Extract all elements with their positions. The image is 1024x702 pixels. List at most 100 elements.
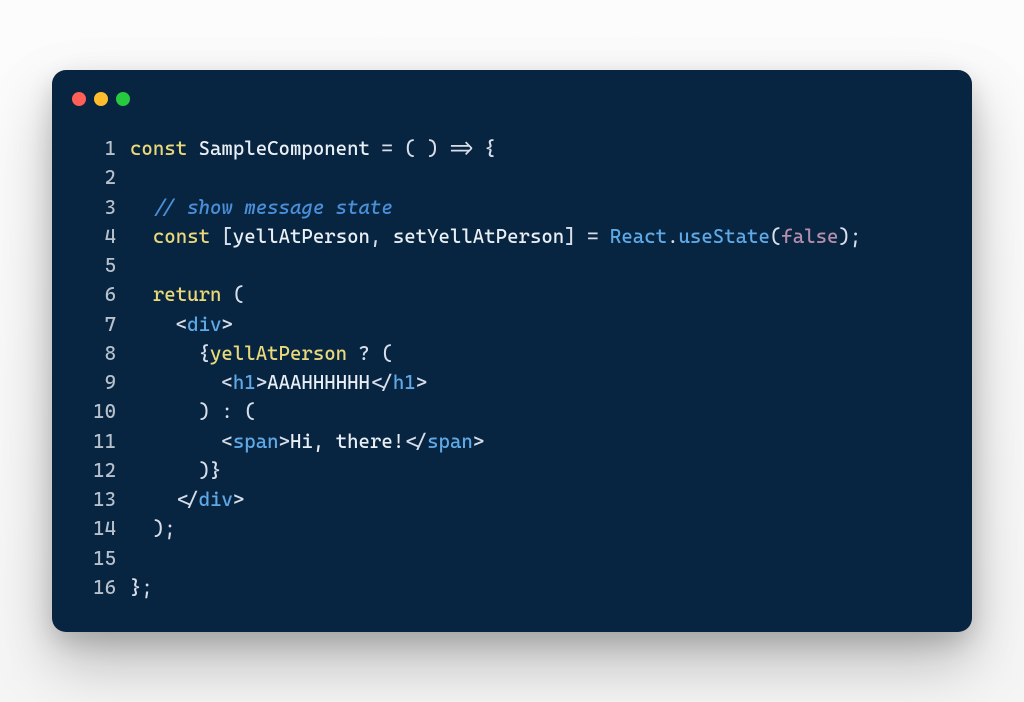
window-titlebar (52, 92, 972, 124)
line-number: 12 (76, 456, 116, 485)
token: React (610, 225, 667, 248)
token (130, 313, 176, 336)
token (130, 283, 153, 306)
token: const (153, 225, 210, 248)
token (130, 225, 153, 248)
token: > (279, 430, 290, 453)
code-editor[interactable]: 1 const SampleComponent = ( ) => { 23 // s… (52, 124, 972, 602)
code-line: 4 const [yellAtPerson, setYellAtPerson] … (76, 222, 948, 251)
line-number: 8 (76, 339, 116, 368)
minimize-icon[interactable] (94, 92, 108, 106)
line-number: 7 (76, 310, 116, 339)
line-content: // show message state (130, 193, 393, 222)
token: ); (153, 517, 176, 540)
token (130, 459, 199, 482)
line-number: 2 (76, 163, 116, 192)
maximize-icon[interactable] (116, 92, 130, 106)
code-line: 14 ); (76, 514, 948, 543)
token: return (153, 283, 222, 306)
line-number: 4 (76, 222, 116, 251)
line-content: ); (130, 514, 176, 543)
token: setYellAtPerson (393, 225, 564, 248)
line-content: return ( (130, 280, 244, 309)
line-content: const SampleComponent = ( ) => { (130, 134, 496, 163)
token (130, 371, 221, 394)
code-line: 7 <div> (76, 310, 948, 339)
token: useState (679, 225, 770, 248)
code-line: 8 {yellAtPerson ? ( (76, 339, 948, 368)
token: ); (838, 225, 861, 248)
line-content: const [yellAtPerson, setYellAtPerson] = … (130, 222, 861, 251)
line-content: ) : ( (130, 397, 256, 426)
token: yellAtPerson (233, 225, 370, 248)
token: < (221, 430, 232, 453)
line-number: 16 (76, 573, 116, 602)
code-line: 11 <span>Hi, there!</span> (76, 427, 948, 456)
line-number: 6 (76, 280, 116, 309)
code-line: 1 const SampleComponent = ( ) => { (76, 134, 948, 163)
token: { (199, 342, 210, 365)
token: > (256, 371, 267, 394)
code-line: 13 </div> (76, 485, 948, 514)
line-number: 3 (76, 193, 116, 222)
token (130, 517, 153, 540)
token: ) : ( (199, 400, 256, 423)
line-number: 15 (76, 544, 116, 573)
token: AAAHHHHHH (267, 371, 370, 394)
code-line: 12 )} (76, 456, 948, 485)
token: }; (130, 576, 153, 599)
code-line: 6 return ( (76, 280, 948, 309)
line-number: 5 (76, 251, 116, 280)
token: < (221, 371, 232, 394)
token: h1 (393, 371, 416, 394)
token: > (473, 430, 484, 453)
token: ( (221, 283, 244, 306)
token (130, 196, 153, 219)
token: </ (370, 371, 393, 394)
token (130, 400, 199, 423)
line-content: <h1>AAAHHHHHH</h1> (130, 368, 427, 397)
line-content: <div> (130, 310, 233, 339)
token: > (416, 371, 427, 394)
line-content: {yellAtPerson ? ( (130, 339, 393, 368)
code-line: 16}; (76, 573, 948, 602)
token: </ (404, 430, 427, 453)
token: ] = (564, 225, 610, 248)
line-number: 14 (76, 514, 116, 543)
token: . (667, 225, 678, 248)
line-content: </div> (130, 485, 244, 514)
line-number: 10 (76, 397, 116, 426)
token: h1 (233, 371, 256, 394)
code-line: 9 <h1>AAAHHHHHH</h1> (76, 368, 948, 397)
token: )} (199, 459, 222, 482)
token: ? ( (347, 342, 393, 365)
code-line: 3 // show message state (76, 193, 948, 222)
token: , (370, 225, 393, 248)
code-line: 2 (76, 163, 948, 192)
line-content: )} (130, 456, 221, 485)
token: div (187, 313, 221, 336)
line-number: 1 (76, 134, 116, 163)
token: > (221, 313, 232, 336)
token: Hi, there! (290, 430, 404, 453)
token (130, 342, 199, 365)
token: => { (450, 137, 496, 160)
line-number: 13 (76, 485, 116, 514)
token (130, 430, 221, 453)
code-line: 15 (76, 544, 948, 573)
token: = ( ) (381, 137, 450, 160)
token: span (233, 430, 279, 453)
code-line: 5 (76, 251, 948, 280)
token: false (781, 225, 838, 248)
token: yellAtPerson (210, 342, 347, 365)
token: > (233, 488, 244, 511)
token: // show message state (153, 196, 393, 219)
line-number: 11 (76, 427, 116, 456)
token: </ (176, 488, 199, 511)
token: div (199, 488, 233, 511)
token: const (130, 137, 187, 160)
close-icon[interactable] (72, 92, 86, 106)
line-content: }; (130, 573, 153, 602)
line-number: 9 (76, 368, 116, 397)
token (130, 488, 176, 511)
